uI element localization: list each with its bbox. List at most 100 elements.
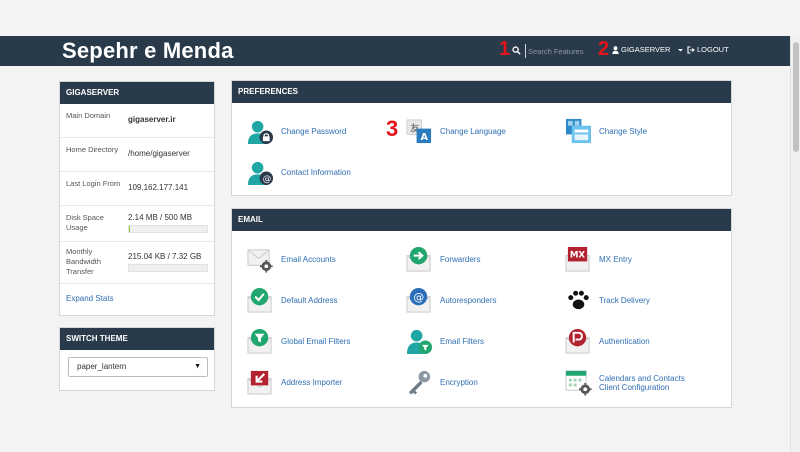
- logout-icon: [687, 45, 695, 54]
- change-style-link[interactable]: Change Style: [565, 118, 647, 145]
- autoresponders-label: Autoresponders: [440, 296, 497, 305]
- key-icon: [408, 370, 431, 395]
- annotation-mark-1: 1: [499, 38, 511, 60]
- annotation-mark-2: 2: [598, 38, 610, 60]
- username-label: GIGASERVER: [621, 45, 671, 54]
- bandwidth-usage-bar: [128, 264, 208, 272]
- stat-value: 215.04 KB / 7.32 GB: [128, 252, 202, 261]
- stat-row-bandwidth: Monthly Bandwidth Transfer 215.04 KB / 7…: [60, 242, 214, 284]
- default-address-link[interactable]: Default Address: [247, 287, 337, 314]
- chevron-down-icon: [678, 48, 684, 51]
- user-contact-icon: @: [247, 161, 274, 186]
- change-language-link[interactable]: 友 A Change Language: [406, 118, 506, 145]
- change-style-label: Change Style: [599, 127, 648, 136]
- calendars-contacts-line-2: Client Configuration: [599, 382, 670, 392]
- stat-row-last-login: Last Login From 109.162.177.141: [60, 172, 214, 206]
- expand-stats-link[interactable]: Expand Stats: [66, 294, 114, 303]
- track-delivery-link[interactable]: Track Delivery: [565, 287, 650, 314]
- user-filter-icon: [406, 329, 433, 355]
- svg-text:@: @: [263, 174, 272, 184]
- stat-label: Last Login From: [66, 179, 121, 188]
- top-strip: [0, 0, 800, 36]
- mx-icon: MX: [565, 246, 590, 272]
- calendars-contacts-label: Calendars and Contacts Client Configurat…: [599, 374, 685, 392]
- address-importer-link[interactable]: Address Importer: [247, 369, 342, 396]
- forwarders-label: Forwarders: [440, 255, 481, 264]
- change-password-link[interactable]: Change Password: [247, 118, 346, 145]
- user-lock-icon: [247, 120, 274, 145]
- logout-label: LOGOUT: [697, 45, 729, 54]
- stat-value: 2.14 MB / 500 MB: [128, 213, 193, 222]
- stat-row-home-directory: Home Directory /home/gigaserver: [60, 138, 214, 172]
- logout-button[interactable]: LOGOUT: [687, 45, 729, 54]
- mx-entry-link[interactable]: MX MX Entry: [565, 246, 632, 273]
- contact-information-link[interactable]: @ Contact Information: [247, 159, 351, 186]
- theme-select[interactable]: paper_lantern ▼: [68, 357, 208, 377]
- encryption-label: Encryption: [440, 378, 478, 387]
- stat-row-disk-space: Disk Space Usage 2.14 MB / 500 MB: [60, 206, 214, 242]
- change-password-label: Change Password: [281, 127, 347, 136]
- global-email-filters-label: Global Email Filters: [281, 337, 351, 346]
- stat-label: Home Directory: [66, 145, 119, 154]
- brand-title[interactable]: Sepehr e Menda: [62, 38, 234, 64]
- email-title: EMAIL: [232, 209, 731, 231]
- stats-panel: GIGASERVER Main Domain gigaserver.ir Hom…: [59, 81, 215, 316]
- user-menu[interactable]: GIGASERVER: [612, 45, 685, 54]
- email-accounts-link[interactable]: Email Accounts: [247, 246, 336, 273]
- calendars-contacts-link[interactable]: Calendars and Contacts Client Configurat…: [565, 369, 685, 396]
- search-icon[interactable]: [512, 46, 521, 55]
- track-delivery-label: Track Delivery: [599, 296, 650, 305]
- forward-arrow-icon: [406, 246, 431, 272]
- stat-value: /home/gigaserver: [128, 149, 190, 158]
- preferences-title: PREFERENCES: [232, 81, 731, 103]
- email-filters-link[interactable]: Email Filters: [406, 328, 484, 355]
- authentication-icon: [565, 328, 590, 354]
- calendars-contacts-line-1: Calendars and Contacts: [599, 373, 685, 383]
- switch-theme-title: SWITCH THEME: [60, 328, 214, 350]
- svg-text:A: A: [420, 132, 428, 143]
- encryption-link[interactable]: Encryption: [406, 369, 478, 396]
- stat-label: Main Domain: [66, 111, 111, 120]
- checkmark-envelope-icon: [247, 287, 272, 313]
- svg-text:@: @: [414, 292, 425, 304]
- email-filters-label: Email Filters: [440, 337, 485, 346]
- address-importer-label: Address Importer: [281, 378, 343, 387]
- caret-down-icon: ▼: [194, 363, 201, 370]
- global-filter-icon: [247, 328, 272, 354]
- user-icon: [612, 45, 619, 54]
- change-language-label: Change Language: [440, 127, 506, 136]
- stat-label: Disk Space Usage: [66, 213, 104, 232]
- switch-theme-panel: SWITCH THEME paper_lantern ▼: [59, 327, 215, 391]
- email-accounts-label: Email Accounts: [281, 255, 336, 264]
- at-sign-icon: @: [406, 287, 431, 313]
- default-address-label: Default Address: [281, 296, 338, 305]
- mx-entry-label: MX Entry: [599, 255, 632, 264]
- stat-value: 109.162.177.141: [128, 183, 189, 192]
- annotation-mark-3: 3: [386, 116, 399, 141]
- paw-print-icon: [568, 290, 589, 310]
- contact-information-label: Contact Information: [281, 168, 351, 177]
- scrollbar-thumb[interactable]: [793, 42, 799, 152]
- authentication-link[interactable]: Authentication: [565, 328, 650, 355]
- top-header: Sepehr e Menda 1 2 GIGASERVER LOGOUT: [0, 36, 790, 66]
- calendar-gear-icon: [565, 370, 592, 396]
- forwarders-link[interactable]: Forwarders: [406, 246, 480, 273]
- autoresponders-link[interactable]: @ Autoresponders: [406, 287, 496, 314]
- email-panel: EMAIL Email Accounts Forwarders MX MX En…: [231, 208, 732, 408]
- stats-panel-title: GIGASERVER: [60, 82, 214, 104]
- search-input[interactable]: [525, 44, 587, 58]
- disk-usage-bar: [128, 225, 208, 233]
- mx-badge-text: MX: [570, 251, 586, 261]
- stat-label: Monthly Bandwidth Transfer: [66, 247, 102, 276]
- stat-value: gigaserver.ir: [128, 115, 176, 124]
- import-icon: [247, 370, 272, 395]
- theme-select-value: paper_lantern: [77, 362, 127, 371]
- preferences-panel: PREFERENCES Change Password 友 A Change L…: [231, 80, 732, 196]
- global-email-filters-link[interactable]: Global Email Filters: [247, 328, 350, 355]
- stat-row-main-domain: Main Domain gigaserver.ir: [60, 104, 214, 138]
- scrollbar[interactable]: [790, 36, 800, 452]
- authentication-label: Authentication: [599, 337, 650, 346]
- language-icon: 友 A: [406, 119, 432, 143]
- style-icon: [565, 118, 592, 144]
- envelope-gear-icon: [247, 249, 273, 273]
